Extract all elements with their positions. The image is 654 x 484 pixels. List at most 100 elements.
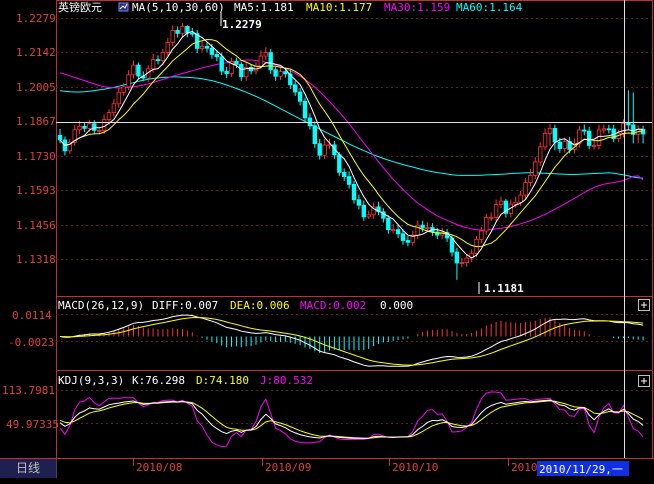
candle-body [297,91,303,102]
candle-body [224,70,229,75]
kline-chart: 1.2279 1.2142 1.2005 1.1867 1.1730 1.159… [0,0,654,476]
candle-body [341,171,347,177]
candle-body [204,45,210,49]
candle-body [302,100,308,119]
macd-diff: DIFF:0.007 [152,299,218,312]
kdj-expand-button[interactable] [638,375,650,387]
candle-body [479,230,484,240]
low-marker: 1.1181 [478,282,524,295]
candle-body [626,122,631,126]
candle-body [136,64,141,77]
macd-tick: 0.0114 [12,309,52,322]
candle-body [601,128,607,131]
kdj-d: D:74.180 [196,374,249,387]
kdj-label: KDJ(9,3,3) [58,374,124,387]
price-axis-labels: 1.2279 1.2142 1.2005 1.1867 1.1730 1.159… [16,12,56,266]
candle-body [459,262,464,264]
price-tick: 1.2005 [16,81,56,94]
candle-body [596,129,602,146]
candle-body [150,59,156,70]
high-marker: 1.2279 [220,12,262,31]
candle-body [557,141,562,149]
candle-body [258,55,264,67]
candle-body [533,161,538,176]
candle-body [131,64,136,76]
candle-body [307,117,313,127]
candle-body [87,123,92,129]
candle-body [278,71,283,77]
candle-body [488,216,494,219]
candle-body [101,119,107,131]
macd-label: MACD(26,12,9) [58,299,144,312]
candle-body [528,174,533,183]
date-tick: 2010 [511,461,538,474]
candle-body [582,129,587,132]
candle-body [121,86,126,93]
candle-body [606,128,611,131]
candle-body [346,176,352,185]
kdj-plot [59,391,644,448]
candle-body [312,125,317,145]
candle-body [77,125,82,131]
candle-body [116,91,121,105]
candle-body [155,59,161,62]
macd-expand-button[interactable] [638,299,650,311]
candle-body [400,233,406,241]
candle-body [386,217,391,230]
candle-body [361,204,366,218]
candle-body [395,229,401,235]
date-tick: 2010/08 [136,461,182,474]
candle-body [126,74,131,88]
macd-dea: DEA:0.006 [230,299,290,312]
candle-body [239,64,244,78]
candle-body [405,240,411,243]
candle-body [518,194,523,203]
price-tick: 1.1318 [16,253,56,266]
candle-body [351,184,357,201]
candlesticks [57,22,646,280]
candle-body [160,51,166,62]
price-tick: 1.1867 [16,115,56,128]
candle-body [190,32,195,35]
kdj-j: J:80.532 [260,374,313,387]
kdj-d-series [59,400,644,439]
macd-diff-series [59,314,644,367]
macd-zero: 0.000 [380,299,413,312]
kdj-k-series [59,399,644,440]
candle-body [111,103,117,114]
candle-body [263,52,268,57]
candle-body [234,61,239,65]
candle-body [547,127,553,134]
kdj-k: K:76.298 [132,374,185,387]
ma30-value: MA30:1.159 [384,1,450,14]
candle-body [175,29,180,34]
kdj-tick: 49.97335 [6,418,59,431]
low-label: 1.1181 [484,282,524,295]
high-label: 1.2279 [222,18,262,31]
candle-body [425,227,430,229]
candle-body [214,54,219,58]
candle-body [170,29,175,43]
candle-body [562,141,567,149]
cursor-date: 2010/11/29,一 [539,463,623,476]
candle-body [498,200,504,205]
candle-body [493,204,499,218]
candle-body [523,182,528,196]
stock-chart-app: 1.2279 1.2142 1.2005 1.1867 1.1730 1.159… [0,0,654,480]
candle-body [199,45,205,49]
tab-daily[interactable]: 日线 [0,459,57,478]
candle-body [640,129,646,135]
ma-indicator-icon[interactable] [118,2,129,12]
candle-body [542,133,548,148]
macd-plot [59,314,644,367]
ma60-value: MA60:1.164 [456,1,523,14]
candle-body [165,42,170,53]
instrument-name: 英镑欧元 [58,0,102,14]
candle-body [92,123,97,131]
candle-body [420,224,425,229]
candle-body [390,229,396,231]
price-tick: 1.2142 [16,46,56,59]
candle-body [591,145,597,147]
ma5-value: MA5:1.181 [234,1,294,14]
candle-body [180,26,185,34]
